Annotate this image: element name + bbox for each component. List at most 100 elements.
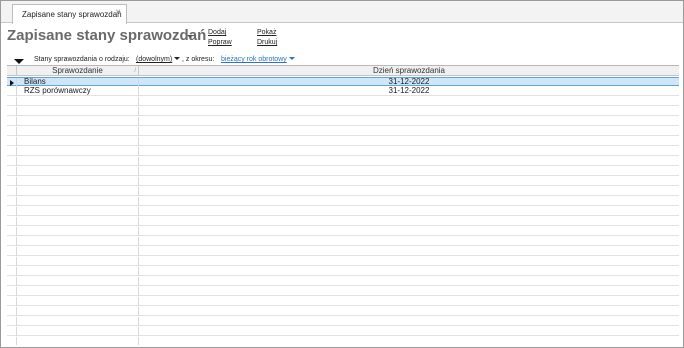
- cell-report-date: [139, 287, 679, 296]
- row-indicator[interactable]: [7, 327, 17, 336]
- tab-strip: Zapisane stany sprawozdań ×: [1, 1, 683, 24]
- cell-report-name: [17, 107, 139, 116]
- row-indicator[interactable]: [7, 117, 17, 126]
- empty-table-row[interactable]: [7, 317, 679, 326]
- edit-button[interactable]: Popraw: [208, 39, 232, 46]
- empty-table-row[interactable]: [7, 247, 679, 256]
- empty-table-row[interactable]: [7, 327, 679, 336]
- cell-report-name: [17, 237, 139, 246]
- collapse-arrow-icon[interactable]: [14, 59, 24, 64]
- row-indicator[interactable]: [7, 177, 17, 186]
- cell-report-date: [139, 337, 679, 345]
- table-row[interactable]: RZS porównawczy 31-12-2022: [7, 87, 679, 96]
- cell-report-date: 31-12-2022: [388, 86, 430, 95]
- cell-report-name: [17, 197, 139, 206]
- row-indicator[interactable]: [7, 247, 17, 256]
- row-indicator[interactable]: [7, 127, 17, 136]
- column-header-report-date[interactable]: Dzień sprawozdania: [139, 66, 679, 76]
- cell-report-name: [17, 187, 139, 196]
- cell-report-date: [139, 147, 679, 156]
- row-indicator[interactable]: [7, 257, 17, 266]
- cell-report-date: [139, 207, 679, 216]
- row-indicator[interactable]: [7, 277, 17, 286]
- cell-report-name: [17, 167, 139, 176]
- empty-table-row[interactable]: [7, 177, 679, 186]
- empty-table-row[interactable]: [7, 287, 679, 296]
- row-indicator[interactable]: [7, 217, 17, 226]
- cell-report-name: [17, 97, 139, 106]
- dropdown-arrow-icon: [174, 57, 181, 60]
- empty-table-row[interactable]: [7, 97, 679, 106]
- sort-icon: /: [134, 68, 136, 74]
- empty-table-row[interactable]: [7, 187, 679, 196]
- row-indicator[interactable]: [7, 167, 17, 176]
- tab-label: Zapisane stany sprawozdań: [22, 10, 122, 19]
- empty-table-row[interactable]: [7, 137, 679, 146]
- cell-report-name: RZS porównawczy: [17, 87, 139, 96]
- row-indicator[interactable]: [7, 107, 17, 116]
- row-indicator[interactable]: [7, 227, 17, 236]
- current-row-pointer-icon: [10, 80, 14, 86]
- table-row[interactable]: Bilans 31-12-2022: [7, 77, 679, 87]
- cell-report-date: [139, 97, 679, 106]
- row-indicator[interactable]: [7, 287, 17, 296]
- empty-table-row[interactable]: [7, 257, 679, 266]
- empty-table-row[interactable]: [7, 217, 679, 226]
- row-indicator[interactable]: [7, 337, 17, 345]
- empty-table-row[interactable]: [7, 207, 679, 216]
- show-button[interactable]: Pokaż: [257, 29, 276, 36]
- row-indicator[interactable]: [7, 307, 17, 316]
- cell-report-name: [17, 337, 139, 345]
- page-title[interactable]: Zapisane stany sprawozdań: [7, 27, 206, 44]
- empty-table-row[interactable]: [7, 297, 679, 306]
- cell-report-name: [17, 307, 139, 316]
- row-indicator[interactable]: [7, 317, 17, 326]
- report-kind-value: (dowolnym): [136, 56, 173, 63]
- row-indicator-header: [7, 66, 17, 76]
- empty-table-row[interactable]: [7, 237, 679, 246]
- empty-table-row[interactable]: [7, 117, 679, 126]
- row-indicator[interactable]: [7, 78, 17, 87]
- empty-table-row[interactable]: [7, 107, 679, 116]
- column-header-report[interactable]: Sprawozdanie /: [17, 66, 139, 76]
- cell-report-date: [139, 257, 679, 266]
- empty-table-row[interactable]: [7, 147, 679, 156]
- report-kind-dropdown[interactable]: (dowolnym): [136, 56, 181, 63]
- cell-report-date: [139, 317, 679, 326]
- add-button[interactable]: Dodaj: [208, 29, 226, 36]
- cell-report-date: [139, 157, 679, 166]
- empty-table-row[interactable]: [7, 167, 679, 176]
- empty-table-row[interactable]: [7, 157, 679, 166]
- empty-table-row[interactable]: [7, 337, 679, 345]
- tab-saved-report-states[interactable]: Zapisane stany sprawozdań ×: [12, 4, 127, 24]
- cell-report-name: [17, 147, 139, 156]
- cell-report-date: [139, 127, 679, 136]
- empty-table-row[interactable]: [7, 227, 679, 236]
- empty-table-row[interactable]: [7, 267, 679, 276]
- row-indicator[interactable]: [7, 137, 17, 146]
- row-indicator[interactable]: [7, 237, 17, 246]
- chevron-down-icon[interactable]: [187, 35, 193, 38]
- period-dropdown[interactable]: bieżący rok obrotowy: [221, 56, 295, 63]
- cell-report-date: [139, 167, 679, 176]
- row-indicator[interactable]: [7, 207, 17, 216]
- row-indicator[interactable]: [7, 187, 17, 196]
- cell-report-name: [17, 247, 139, 256]
- empty-table-row[interactable]: [7, 277, 679, 286]
- empty-table-row[interactable]: [7, 127, 679, 136]
- row-indicator[interactable]: [7, 147, 17, 156]
- row-indicator[interactable]: [7, 267, 17, 276]
- close-icon[interactable]: ×: [115, 5, 121, 21]
- empty-table-row[interactable]: [7, 197, 679, 206]
- report-kind-label: Stany sprawozdania o rodzaju:: [34, 56, 130, 63]
- cell-report-date: [139, 107, 679, 116]
- cell-report-date: [139, 307, 679, 316]
- row-indicator[interactable]: [7, 197, 17, 206]
- row-indicator[interactable]: [7, 97, 17, 106]
- row-indicator[interactable]: [7, 87, 17, 96]
- empty-table-row[interactable]: [7, 307, 679, 316]
- cell-report-name: [17, 137, 139, 146]
- row-indicator[interactable]: [7, 297, 17, 306]
- print-button[interactable]: Drukuj: [257, 39, 277, 46]
- row-indicator[interactable]: [7, 157, 17, 166]
